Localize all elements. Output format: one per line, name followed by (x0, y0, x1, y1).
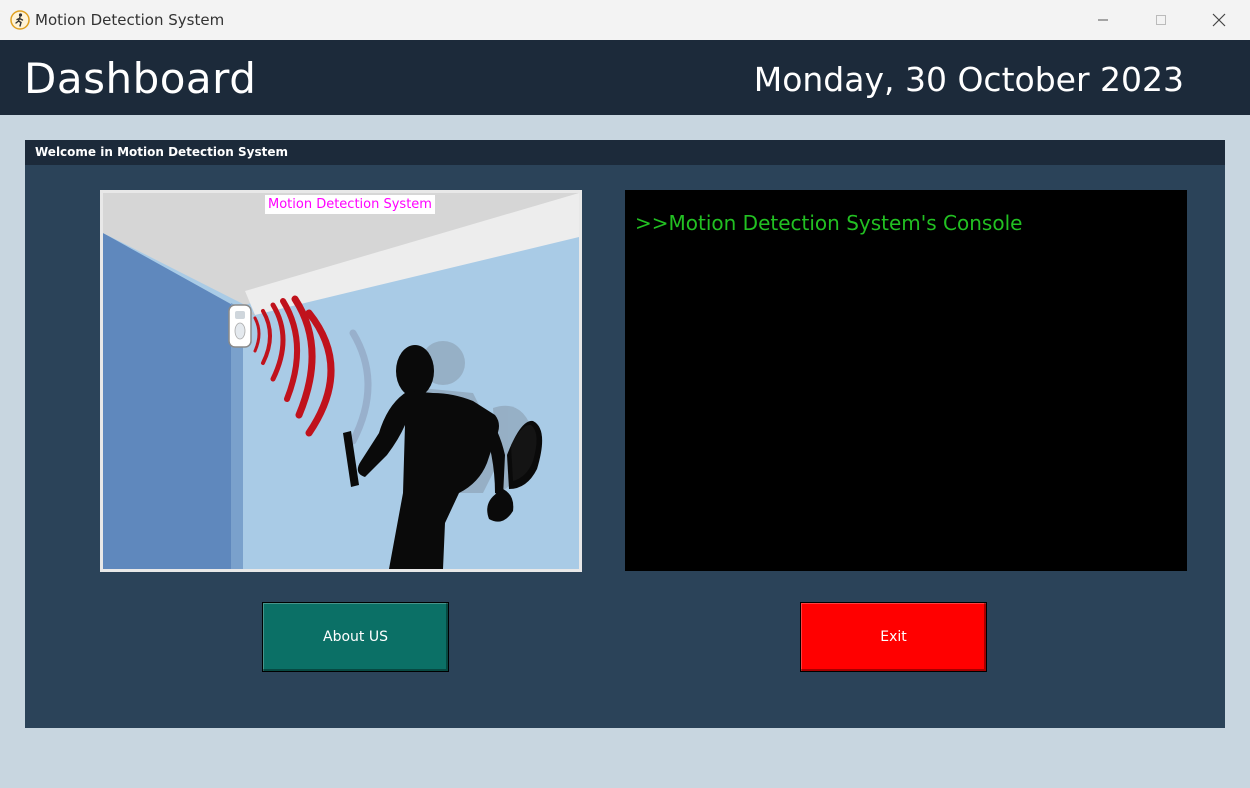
exit-button[interactable]: Exit (800, 602, 987, 672)
main-panel: Welcome in Motion Detection System Motio… (25, 140, 1225, 728)
console-output: >>Motion Detection System's Console (625, 190, 1187, 571)
minimize-icon (1098, 19, 1108, 21)
intruder-illustration (103, 193, 579, 569)
window-title: Motion Detection System (35, 11, 225, 29)
motion-detection-image: Motion Detection System (100, 190, 582, 572)
minimize-button[interactable] (1074, 0, 1132, 40)
console-text: >>Motion Detection System's Console (635, 211, 1023, 235)
running-man-icon (10, 10, 30, 30)
page-title: Dashboard (24, 54, 257, 103)
image-caption: Motion Detection System (265, 195, 435, 214)
maximize-icon (1156, 15, 1166, 25)
about-us-button[interactable]: About US (262, 602, 449, 672)
panel-header: Welcome in Motion Detection System (25, 140, 1225, 165)
current-date: Monday, 30 October 2023 (753, 60, 1184, 99)
maximize-button[interactable] (1132, 0, 1190, 40)
window-titlebar: Motion Detection System (0, 0, 1250, 41)
dashboard-header: Dashboard Monday, 30 October 2023 (0, 40, 1250, 115)
close-icon (1212, 13, 1226, 27)
close-button[interactable] (1190, 0, 1248, 40)
welcome-text: Welcome in Motion Detection System (35, 145, 288, 159)
